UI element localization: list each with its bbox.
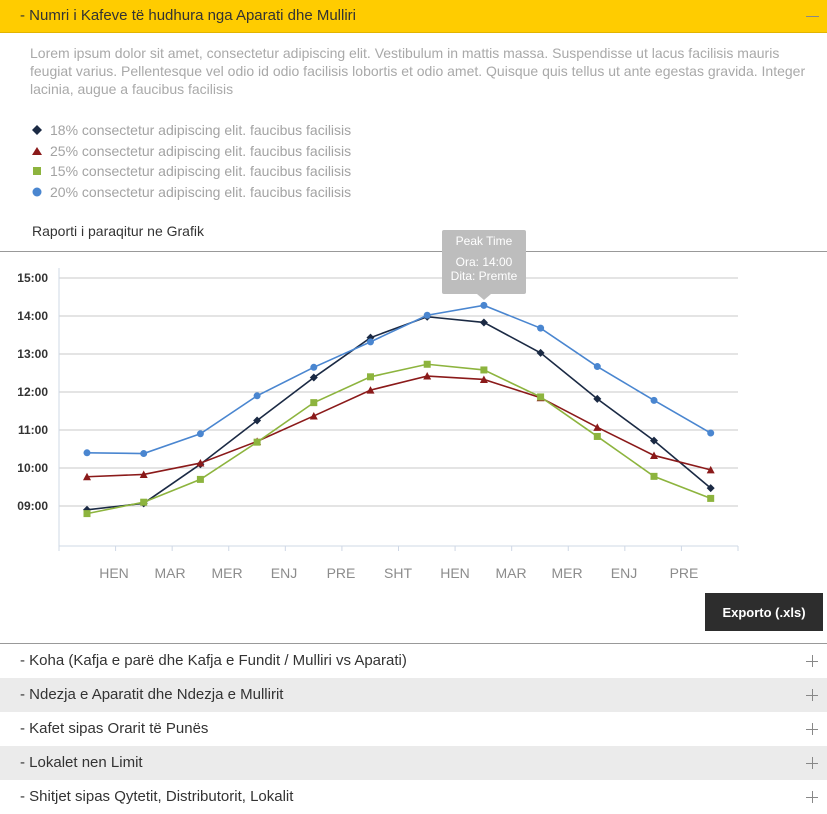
x-tick-label: MAR <box>495 565 526 581</box>
accordion: - Koha (Kafja e parë dhe Kafja e Fundit … <box>0 643 827 814</box>
line-chart: 09:00 10:00 11:00 12:00 13:00 14:00 15:00 HEN MA… <box>17 268 739 581</box>
data-point-square <box>253 438 261 446</box>
export-xls-button[interactable]: Exporto (.xls) <box>705 593 823 631</box>
y-tick-label: 10:00 <box>17 461 48 475</box>
tooltip-title: Peak Time <box>455 234 513 248</box>
legend-label: 15% consectetur adipiscing elit. faucibu… <box>50 163 352 180</box>
section-header[interactable]: - Numri i Kafeve të hudhura nga Aparati … <box>0 0 827 33</box>
plus-icon[interactable] <box>806 689 818 701</box>
data-point-circle <box>83 449 91 457</box>
data-point-square <box>310 399 318 407</box>
section-title: - Numri i Kafeve të hudhura nga Aparati … <box>20 7 357 24</box>
legend-label: 25% consectetur adipiscing elit. faucibu… <box>50 142 352 159</box>
accordion-item[interactable]: - Koha (Kafja e parë dhe Kafja e Fundit … <box>0 644 827 678</box>
plus-icon[interactable] <box>806 757 818 769</box>
x-tick-label: ENJ <box>271 565 297 581</box>
x-tick-label: HEN <box>440 565 470 581</box>
minus-icon[interactable] <box>806 16 819 17</box>
data-point-square <box>196 475 204 483</box>
peak-tooltip: Peak Time Ora: 14:00 Dita: Premte <box>442 230 526 294</box>
tooltip-line: Ora: 14:00 <box>455 255 513 269</box>
accordion-label: - Kafet sipas Orarit të Punës <box>20 720 209 737</box>
accordion-label: - Ndezja e Aparatit dhe Ndezja e Mulliri… <box>20 686 284 703</box>
accordion-item[interactable]: - Kafet sipas Orarit të Punës <box>0 712 827 746</box>
triangle-icon <box>32 146 42 155</box>
y-tick-label: 14:00 <box>17 309 48 323</box>
data-point-square <box>140 498 148 506</box>
x-tick-label: HEN <box>99 565 129 581</box>
series-line <box>86 375 711 478</box>
square-icon <box>33 167 41 176</box>
data-point-square <box>537 393 545 401</box>
data-point-circle <box>310 363 318 371</box>
data-point-triangle <box>593 423 602 431</box>
x-tick-label: PRE <box>670 565 699 581</box>
plus-icon[interactable] <box>806 723 818 735</box>
accordion-label: - Koha (Kafja e parë dhe Kafja e Fundit … <box>20 652 407 669</box>
data-point-square <box>593 432 601 440</box>
y-tick-label: 15:00 <box>17 271 48 285</box>
data-point-circle <box>367 338 374 346</box>
y-tick-label: 11:00 <box>18 423 48 437</box>
data-point-circle <box>253 392 261 400</box>
tooltip-line: Dita: Premte <box>450 269 518 283</box>
plus-icon[interactable] <box>806 655 818 667</box>
accordion-item[interactable]: - Ndezja e Aparatit dhe Ndezja e Mulliri… <box>0 678 827 712</box>
x-tick-label: MER <box>211 565 242 581</box>
data-point-square <box>367 373 374 381</box>
data-point-square <box>650 472 658 480</box>
series-line <box>86 363 711 515</box>
x-tick-label: MER <box>551 565 582 581</box>
data-point-circle <box>196 430 204 438</box>
data-point-circle <box>480 301 488 309</box>
x-tick-label: PRE <box>327 565 356 581</box>
data-point-triangle <box>309 411 318 420</box>
y-tick-label: 09:00 <box>17 499 48 513</box>
data-point-triangle <box>650 451 658 459</box>
y-tick-label: 13:00 <box>17 347 48 361</box>
data-point-square <box>83 510 91 518</box>
legend-label: 18% consectetur adipiscing elit. faucibu… <box>50 122 352 138</box>
legend-label: 20% consectetur adipiscing elit. faucibu… <box>50 184 352 201</box>
data-point-diamond <box>479 318 488 327</box>
data-point-circle <box>140 450 148 458</box>
series-line <box>86 315 712 511</box>
data-point-circle <box>650 396 658 404</box>
tooltip-arrow <box>477 294 491 300</box>
data-point-circle <box>707 429 715 437</box>
data-point-square <box>480 366 488 374</box>
data-point-square <box>423 360 431 368</box>
chart-title: Raporti i paraqitur ne Grafik <box>32 223 204 239</box>
intro-text: Lorem ipsum dolor sit amet, consectetur … <box>30 45 806 97</box>
diamond-icon <box>32 125 42 135</box>
circle-icon <box>32 187 42 197</box>
accordion-label: - Shitjet sipas Qytetit, Distributorit, … <box>20 788 294 805</box>
data-point-square <box>707 494 715 502</box>
plus-icon[interactable] <box>806 791 818 803</box>
x-tick-label: ENJ <box>611 565 637 581</box>
x-tick-label: SHT <box>384 565 412 581</box>
y-tick-label: 12:00 <box>17 385 48 399</box>
data-point-circle <box>423 311 431 319</box>
accordion-item[interactable]: - Lokalet nen Limit <box>0 746 827 780</box>
data-point-circle <box>537 324 545 332</box>
data-point-circle <box>593 363 601 371</box>
accordion-item[interactable]: - Shitjet sipas Qytetit, Distributorit, … <box>0 780 827 814</box>
x-tick-label: MAR <box>154 565 185 581</box>
accordion-label: - Lokalet nen Limit <box>20 754 143 771</box>
